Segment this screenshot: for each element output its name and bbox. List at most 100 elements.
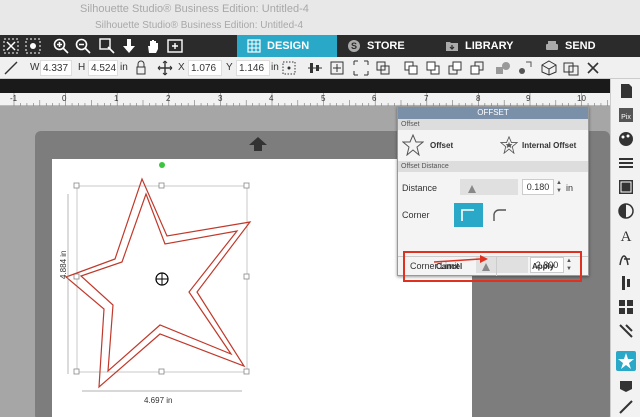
load-mat-arrow-icon[interactable]: [248, 136, 268, 152]
move-cross-icon[interactable]: [156, 59, 174, 77]
zoom-out-icon[interactable]: [74, 37, 92, 55]
tab-library[interactable]: LIBRARY: [435, 35, 535, 57]
half-circle-icon[interactable]: [616, 201, 636, 221]
rotate-icon[interactable]: [2, 59, 20, 77]
svg-text:S: S: [351, 41, 357, 51]
modify-icon[interactable]: [616, 321, 636, 341]
fill-palette-icon[interactable]: [616, 129, 636, 149]
tab-send[interactable]: SEND: [535, 35, 640, 57]
ruler-tick: 5: [321, 94, 326, 103]
tab-design-label: DESIGN: [267, 40, 310, 52]
y-input[interactable]: 1.146: [236, 60, 270, 76]
tab-design[interactable]: DESIGN: [237, 35, 337, 57]
ruler-tick: 6: [372, 94, 377, 103]
offset-section-title: Offset: [398, 119, 588, 130]
group-icon[interactable]: [352, 59, 370, 77]
lock-aspect-icon[interactable]: [132, 59, 150, 77]
zoom-in-icon[interactable]: [52, 37, 70, 55]
ruler-tick: 4: [269, 94, 274, 103]
fit-to-page-icon[interactable]: [166, 37, 184, 55]
offset-star-icon: [402, 134, 424, 156]
svg-text:Pix: Pix: [621, 114, 631, 121]
send-back-icon[interactable]: [424, 59, 442, 77]
title-bar: Silhouette Studio® Business Edition: Unt…: [0, 0, 640, 35]
width-input[interactable]: 4.337: [40, 60, 72, 76]
ruler-ticks: [13, 93, 608, 106]
y-label: Y: [226, 62, 233, 73]
shape-toolbar: W 4.337 H 4.524 in X 1.076 Y 1.146 in: [0, 57, 640, 79]
pix-scan-icon[interactable]: Pix: [616, 105, 636, 125]
tab-send-label: SEND: [565, 40, 596, 52]
window-title: Silhouette Studio® Business Edition: Unt…: [80, 3, 309, 15]
corner-round-button[interactable]: [486, 203, 515, 227]
tab-store-label: STORE: [367, 40, 405, 52]
design-grid-icon: [247, 39, 261, 53]
trace-icon[interactable]: [616, 375, 636, 395]
bring-forward-icon[interactable]: [446, 59, 464, 77]
size-unit: in: [120, 62, 128, 73]
replicate-panel-icon[interactable]: [616, 297, 636, 317]
ruler-tick: 1: [114, 94, 119, 103]
width-dimension-label: 4.697 in: [144, 396, 173, 405]
line-style-icon[interactable]: [616, 153, 636, 173]
knife-icon[interactable]: [616, 397, 636, 417]
position-unit: in: [271, 62, 279, 73]
tab-store[interactable]: S STORE: [337, 35, 435, 57]
duplicate-icon[interactable]: [562, 59, 580, 77]
distance-input[interactable]: 0.180: [522, 179, 554, 195]
ruler-tick: 3: [218, 94, 223, 103]
x-label: X: [178, 62, 185, 73]
height-input[interactable]: 4.524: [88, 60, 118, 76]
x-input[interactable]: 1.076: [188, 60, 222, 76]
offset-distance-section-title: Offset Distance: [398, 161, 588, 172]
align-panel-icon[interactable]: [616, 273, 636, 293]
rotation-center-icon[interactable]: [155, 272, 169, 286]
distance-slider-thumb[interactable]: [468, 185, 476, 193]
sketch-icon[interactable]: [616, 249, 636, 269]
gradient-icon[interactable]: [616, 177, 636, 197]
ruler-tick: 9: [526, 94, 531, 103]
window-subtitle: Silhouette Studio® Business Edition: Unt…: [95, 20, 304, 31]
shapes-icon[interactable]: [494, 59, 512, 77]
ruler-tick: 0: [62, 94, 67, 103]
corner-label: Corner: [402, 210, 430, 220]
select-all-icon[interactable]: [24, 37, 42, 55]
point-edit-icon[interactable]: [516, 59, 534, 77]
pan-hand-icon[interactable]: [144, 37, 162, 55]
height-dimension-label: 4.884 in: [59, 250, 68, 279]
ruler-tick: 2: [166, 94, 171, 103]
width-label: W: [30, 62, 40, 73]
tab-library-label: LIBRARY: [465, 40, 514, 52]
position-grid-icon[interactable]: [280, 59, 298, 77]
distance-label: Distance: [402, 183, 438, 193]
distance-stepper[interactable]: ▲ ▼: [556, 179, 562, 195]
deselect-icon[interactable]: [2, 37, 20, 55]
ruler-tick: 10: [577, 94, 586, 103]
ruler-tick: 7: [424, 94, 429, 103]
corner-sharp-button[interactable]: [454, 203, 483, 227]
top-toolbar: DESIGN S STORE LIBRARY SEND: [0, 35, 640, 57]
bring-front-icon[interactable]: [402, 59, 420, 77]
distance-slider[interactable]: [460, 179, 518, 195]
3d-box-icon[interactable]: [540, 59, 558, 77]
round-corner-icon: [493, 209, 506, 221]
ungroup-icon[interactable]: [374, 59, 392, 77]
offset-type-row: Offset Internal Offset: [398, 130, 588, 161]
move-down-icon[interactable]: [120, 37, 138, 55]
text-style-icon[interactable]: A: [616, 225, 636, 245]
zoom-select-icon[interactable]: [98, 37, 116, 55]
page-setup-icon[interactable]: [616, 81, 636, 101]
dialog-title: OFFSET: [398, 107, 588, 119]
rotate-handle[interactable]: [159, 162, 165, 168]
star-original-outline[interactable]: [79, 192, 239, 373]
internal-offset-label: Internal Offset: [522, 141, 577, 150]
send-backward-icon[interactable]: [468, 59, 486, 77]
delete-x-icon[interactable]: [584, 59, 602, 77]
offset-button[interactable]: Offset: [400, 132, 470, 158]
internal-offset-button[interactable]: Internal Offset: [498, 132, 586, 158]
replicate-icon[interactable]: [328, 59, 346, 77]
distance-unit: in: [566, 183, 574, 193]
corner-limit-highlight: [403, 251, 582, 282]
offset-star-icon[interactable]: [616, 351, 636, 371]
align-icon[interactable]: [306, 59, 324, 77]
